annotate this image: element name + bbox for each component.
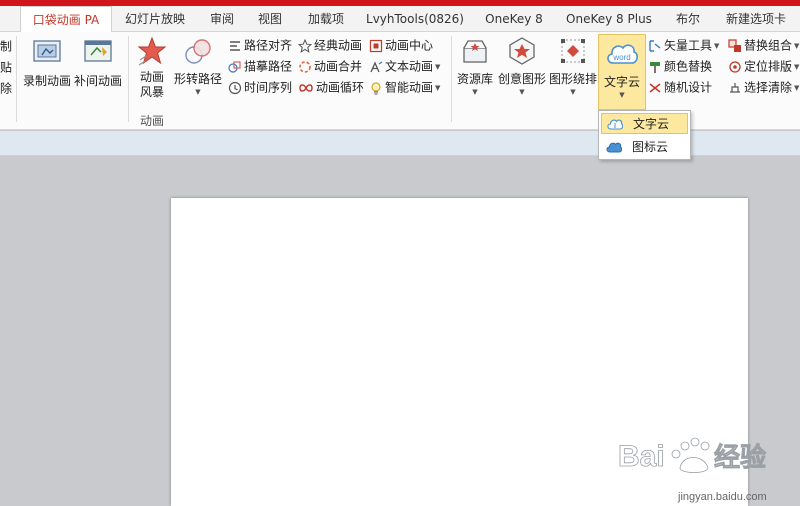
tab-onekey8[interactable]: OneKey 8 <box>480 6 548 32</box>
word-cloud-dropdown: 文字云 图标云 <box>598 110 691 160</box>
center-box-icon <box>369 39 383 52</box>
svg-text:word: word <box>612 53 630 62</box>
tab-slideshow[interactable]: 幻灯片放映 <box>120 6 190 32</box>
clipped-copy-button[interactable]: 制 <box>0 36 12 56</box>
clipped-paste-button[interactable]: 贴 <box>0 57 12 77</box>
shape-path-icon <box>185 39 211 64</box>
baidu-watermark: Bai 经验 jingyan.baidu.com <box>616 420 796 506</box>
merge-circle-icon <box>299 60 311 73</box>
timeline-button[interactable]: 时间序列 <box>228 77 292 97</box>
classic-animation-button[interactable]: 经典动画 <box>298 35 362 55</box>
animation-center-button[interactable]: 动画中心 <box>369 35 433 55</box>
svg-text:Bai: Bai <box>618 440 665 473</box>
tween-film-icon <box>84 40 112 62</box>
hexagon-star-icon <box>509 37 535 65</box>
replace-combine-button[interactable]: 替换组合 ▼ <box>728 35 799 55</box>
animation-storm-button[interactable]: 动画 风暴 <box>133 36 171 100</box>
menu-item-icon-cloud[interactable]: 图标云 <box>601 137 688 158</box>
creative-shape-button[interactable]: 创意图形 ▼ <box>497 36 547 97</box>
align-lines-icon <box>230 40 240 51</box>
path-align-button[interactable]: 路径对齐 <box>228 35 292 55</box>
infinity-loop-icon <box>299 83 313 92</box>
ribbon-tab-bar: 口袋动画 PA 幻灯片放映 审阅 视图 加载项 LvyhTools(0826) … <box>0 6 800 33</box>
clock-icon <box>228 81 242 94</box>
svg-text:jingyan.baidu.com: jingyan.baidu.com <box>677 491 767 503</box>
paint-roller-icon <box>650 61 660 73</box>
record-film-icon <box>33 40 61 62</box>
tab-boolean[interactable]: 布尔 <box>668 6 708 32</box>
target-icon <box>729 60 741 73</box>
position-layout-button[interactable]: 定位排版 ▼ <box>728 56 799 76</box>
menu-item-word-cloud[interactable]: 文字云 <box>601 113 688 134</box>
tab-addins[interactable]: 加载项 <box>300 6 352 32</box>
cloud-icon: word <box>607 44 638 64</box>
merge-animation-button[interactable]: 动画合并 <box>298 56 362 76</box>
tab-pocket-animation[interactable]: 口袋动画 PA <box>20 6 112 33</box>
grid-arrange-icon <box>561 39 585 63</box>
eraser-icon <box>730 82 740 93</box>
shape-arrange-button[interactable]: 图形绕排 ▼ <box>548 36 598 97</box>
resource-library-button[interactable]: 资源库 ▼ <box>454 36 496 97</box>
color-replace-button[interactable]: 颜色替换 <box>648 56 712 76</box>
text-a-icon <box>370 60 383 72</box>
tab-onekey8-plus[interactable]: OneKey 8 Plus <box>560 6 658 32</box>
record-animation-button[interactable]: 录制动画 <box>22 38 72 89</box>
select-clear-button[interactable]: 选择清除 ▼ <box>728 77 799 97</box>
vector-tools-button[interactable]: 矢量工具 ▼ <box>648 35 719 55</box>
tab-new[interactable]: 新建选项卡 <box>716 6 796 32</box>
vector-bracket-icon <box>649 39 661 52</box>
smart-animation-button[interactable]: 智能动画 ▼ <box>369 77 440 97</box>
star-burst-icon <box>137 36 167 66</box>
cloud-small-icon <box>607 119 623 130</box>
tween-animation-button[interactable]: 补间动画 <box>73 38 123 89</box>
shuffle-icon <box>649 82 661 93</box>
resource-box-icon <box>463 40 487 63</box>
svg-text:经验: 经验 <box>714 442 766 473</box>
word-cloud-button[interactable]: word 文字云 ▼ <box>598 34 646 110</box>
random-design-button[interactable]: 随机设计 <box>648 77 712 97</box>
star-icon <box>298 38 312 53</box>
loop-animation-button[interactable]: 动画循环 <box>298 77 364 97</box>
group-label-animation: 动画 <box>140 114 165 128</box>
trace-path-button[interactable]: 描摹路径 <box>228 56 292 76</box>
combine-squares-icon <box>728 38 741 52</box>
lightbulb-icon <box>371 81 381 95</box>
clipped-delete-button[interactable]: 除 <box>0 78 12 98</box>
tab-view[interactable]: 视图 <box>250 6 290 32</box>
tab-review[interactable]: 审阅 <box>200 6 244 32</box>
text-animation-button[interactable]: 文本动画 ▼ <box>369 56 440 76</box>
shape-to-path-button[interactable]: 形转路径 ▼ <box>172 36 224 97</box>
trace-shapes-icon <box>228 60 241 73</box>
baidu-paw-logo: Bai 经验 jingyan.baidu.com <box>618 437 767 503</box>
tab-lvyhtools[interactable]: LvyhTools(0826) <box>362 6 468 32</box>
icon-cloud-small-icon <box>606 142 622 153</box>
